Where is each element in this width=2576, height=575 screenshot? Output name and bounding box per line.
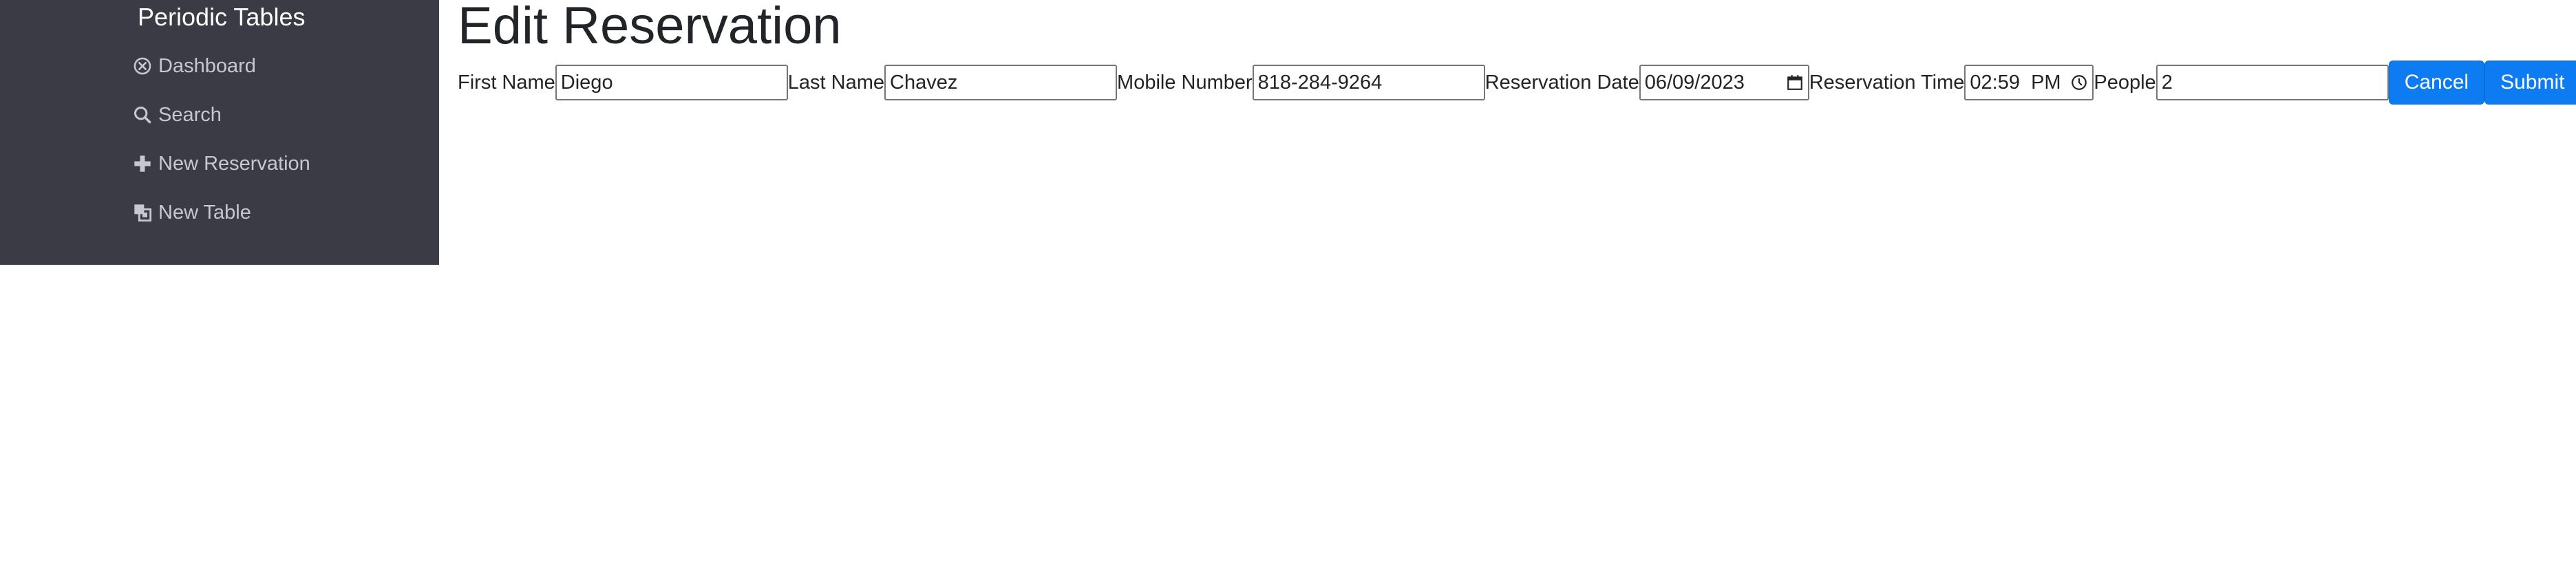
sidebar-item-new-table[interactable]: New Table [132, 195, 251, 230]
first-name-input[interactable] [555, 65, 788, 100]
sidebar-item-label: Search [158, 103, 222, 126]
cancel-button[interactable]: Cancel [2388, 61, 2485, 105]
last-name-input[interactable] [884, 65, 1118, 100]
reservation-time-value: 02:59 PM [1970, 71, 2061, 94]
reservation-date-value: 06/09/2023 [1644, 71, 1745, 94]
reservation-date-input[interactable]: 06/09/2023 [1639, 65, 1809, 100]
reservation-time-input[interactable]: 02:59 PM [1964, 65, 2094, 100]
page-title: Edit Reservation [458, 0, 842, 55]
clock-icon[interactable] [2070, 74, 2088, 91]
app-brand[interactable]: Periodic Tables [138, 3, 305, 32]
reservation-form: First Name Last Name Mobile Number Reser… [458, 61, 2576, 105]
search-icon [132, 105, 153, 125]
submit-button[interactable]: Submit [2484, 61, 2576, 105]
sidebar-item-label: Dashboard [158, 54, 256, 77]
mobile-number-label: Mobile Number [1117, 71, 1253, 94]
calendar-icon[interactable] [1786, 74, 1804, 91]
sidebar-item-dashboard[interactable]: Dashboard [132, 49, 256, 83]
dashboard-icon [132, 56, 153, 76]
reservation-time-label: Reservation Time [1809, 71, 1965, 94]
people-input[interactable] [2155, 65, 2389, 100]
mobile-number-input[interactable] [1252, 65, 1485, 100]
first-name-label: First Name [458, 71, 555, 94]
sidebar-item-label: New Reservation [158, 152, 310, 175]
sidebar-item-new-reservation[interactable]: New Reservation [132, 147, 310, 181]
reservation-date-label: Reservation Date [1484, 71, 1639, 94]
plus-icon [132, 153, 153, 174]
last-name-label: Last Name [787, 71, 885, 94]
sidebar: Periodic Tables Dashboard Search New Res… [0, 0, 439, 265]
layers-icon [132, 202, 153, 223]
sidebar-item-label: New Table [158, 201, 251, 224]
people-label: People [2094, 71, 2156, 94]
sidebar-item-search[interactable]: Search [132, 98, 222, 132]
